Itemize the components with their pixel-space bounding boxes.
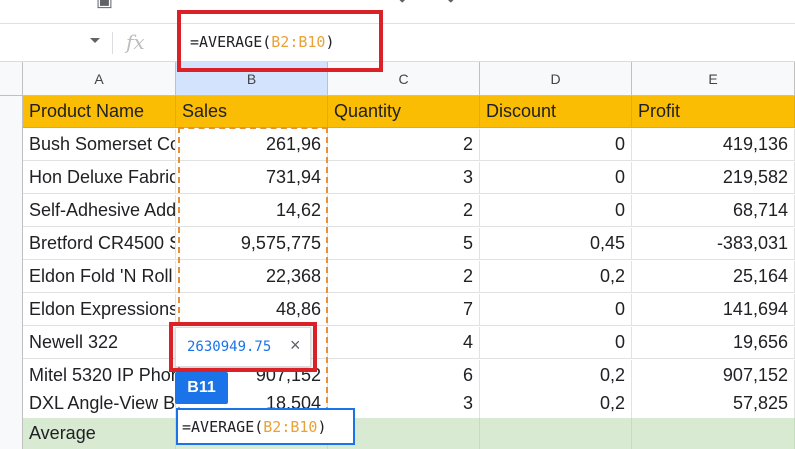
undo-icon[interactable]: ↶ bbox=[398, 0, 413, 9]
cell-sales[interactable]: 14,62 bbox=[176, 195, 328, 227]
name-box[interactable] bbox=[0, 24, 106, 62]
cell-quantity[interactable]: 7 bbox=[328, 294, 480, 326]
cell-quantity[interactable]: 5 bbox=[328, 228, 480, 260]
average-discount-cell[interactable] bbox=[480, 418, 632, 449]
cell-quantity[interactable]: 3 bbox=[328, 162, 480, 194]
cell-discount[interactable]: 0 bbox=[480, 129, 632, 161]
cell-profit[interactable]: 219,582 bbox=[632, 162, 795, 194]
cell-quantity[interactable]: 2 bbox=[328, 261, 480, 293]
formula-input[interactable]: =AVERAGE(B2:B10) bbox=[190, 33, 335, 51]
formula-result-tooltip: 2630949.75 × bbox=[175, 327, 311, 367]
cell-sales[interactable]: 48,86 bbox=[176, 294, 328, 326]
header-cell-profit[interactable]: Profit bbox=[632, 96, 795, 128]
cell-product-name[interactable]: Hon Deluxe Fabric Upholstered Stacking C… bbox=[23, 162, 176, 194]
formula-prefix: =AVERAGE( bbox=[190, 33, 272, 51]
active-cell-badge: B11 bbox=[175, 372, 228, 404]
cell-quantity[interactable]: 2 bbox=[328, 129, 480, 161]
cell-discount[interactable]: 0 bbox=[480, 294, 632, 326]
editor-formula-suffix: ) bbox=[317, 418, 327, 436]
cell-profit[interactable]: 141,694 bbox=[632, 294, 795, 326]
cell-profit[interactable]: 57,825 bbox=[632, 388, 795, 420]
cell-discount[interactable]: 0,2 bbox=[480, 388, 632, 420]
cell-profit[interactable]: 25,164 bbox=[632, 261, 795, 293]
cell-sales[interactable]: 731,94 bbox=[176, 162, 328, 194]
column-header-e[interactable]: E bbox=[632, 62, 795, 96]
formula-bar: fx =AVERAGE(B2:B10) bbox=[0, 24, 795, 62]
formula-suffix: ) bbox=[325, 33, 335, 51]
close-icon[interactable]: × bbox=[290, 335, 301, 356]
average-label-cell[interactable]: Average bbox=[23, 418, 176, 449]
cell-discount[interactable]: 0 bbox=[480, 327, 632, 359]
cell-profit[interactable]: -383,031 bbox=[632, 228, 795, 260]
cell-product-name[interactable]: Eldon Expressions Wood and Plastic Desk … bbox=[23, 294, 176, 326]
header-cell-discount[interactable]: Discount bbox=[480, 96, 632, 128]
cell-profit[interactable]: 19,656 bbox=[632, 327, 795, 359]
name-box-dropdown-icon[interactable] bbox=[90, 38, 100, 43]
row-header-gutter bbox=[0, 96, 23, 449]
formula-bar-divider bbox=[112, 32, 113, 54]
cell-quantity[interactable]: 4 bbox=[328, 327, 480, 359]
cell-product-name[interactable]: Newell 322 bbox=[23, 327, 176, 359]
toolbar: ▣ ↶ ↷ bbox=[0, 0, 795, 24]
column-header-c[interactable]: C bbox=[328, 62, 480, 96]
cell-discount[interactable]: 0,45 bbox=[480, 228, 632, 260]
cell-discount[interactable]: 0,2 bbox=[480, 261, 632, 293]
formula-result-value: 2630949.75 bbox=[187, 339, 272, 355]
column-header-d[interactable]: D bbox=[480, 62, 632, 96]
cell-product-name[interactable]: DXL Angle-View Binders with Locking Ring… bbox=[23, 388, 176, 420]
cell-sales[interactable]: 22,368 bbox=[176, 261, 328, 293]
editor-formula-range-ref: B2:B10 bbox=[263, 418, 318, 436]
redo-icon[interactable]: ↷ bbox=[440, 0, 455, 9]
cell-profit[interactable]: 419,136 bbox=[632, 129, 795, 161]
cell-sales[interactable]: 9,575,775 bbox=[176, 228, 328, 260]
editor-formula-prefix: =AVERAGE( bbox=[182, 418, 264, 436]
cell-product-name[interactable]: Bretford CR4500 Series Slim Rectangular … bbox=[23, 228, 176, 260]
cell-sales[interactable]: 261,96 bbox=[176, 129, 328, 161]
header-cell-quantity[interactable]: Quantity bbox=[328, 96, 480, 128]
corner-select-all[interactable] bbox=[0, 62, 23, 96]
cell-discount[interactable]: 0 bbox=[480, 195, 632, 227]
header-cell-product-name[interactable]: Product Name bbox=[23, 96, 176, 128]
print-icon[interactable]: ▣ bbox=[96, 0, 113, 9]
column-header-a[interactable]: A bbox=[23, 62, 176, 96]
editor-formula-text: =AVERAGE(B2:B10) bbox=[182, 418, 327, 436]
cell-product-name[interactable]: Eldon Fold 'N Roll Cart System bbox=[23, 261, 176, 293]
average-profit-cell[interactable] bbox=[632, 418, 795, 449]
cell-profit[interactable]: 68,714 bbox=[632, 195, 795, 227]
formula-range-ref: B2:B10 bbox=[271, 33, 326, 51]
cell-product-name[interactable]: Bush Somerset Collection Bookcase bbox=[23, 129, 176, 161]
column-header-b[interactable]: B bbox=[176, 62, 328, 96]
fx-icon: fx bbox=[126, 30, 145, 54]
cell-formula-editor[interactable]: =AVERAGE(B2:B10) bbox=[176, 408, 355, 445]
cell-quantity[interactable]: 2 bbox=[328, 195, 480, 227]
cell-product-name[interactable]: Self-Adhesive Address Labels bbox=[23, 195, 176, 227]
cell-discount[interactable]: 0 bbox=[480, 162, 632, 194]
header-cell-sales[interactable]: Sales bbox=[176, 96, 328, 128]
